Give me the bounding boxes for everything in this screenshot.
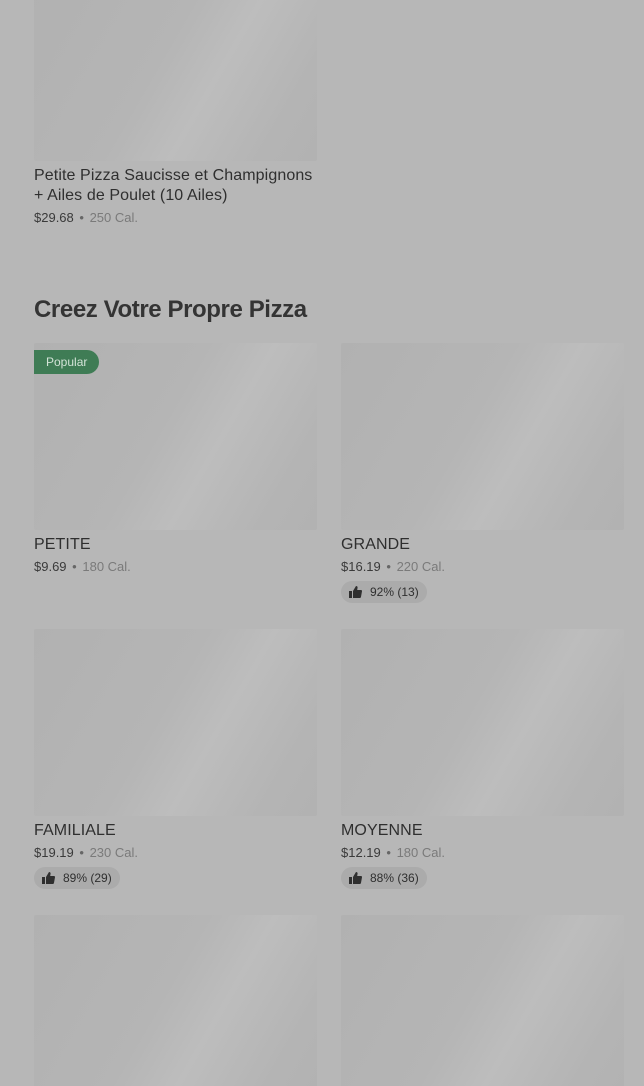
menu-page: Petite Pizza Saucisse et Champignons + A… xyxy=(0,0,644,1086)
meta-separator: • xyxy=(79,845,84,860)
item-meta: $16.19 • 220 Cal. xyxy=(341,558,624,575)
popular-badge: Popular xyxy=(34,350,100,374)
rating-pill: 89% (29) xyxy=(34,867,120,889)
item-image xyxy=(341,915,624,1086)
item-meta: $29.68 • 250 Cal. xyxy=(34,209,317,226)
item-price: $29.68 xyxy=(34,210,74,225)
item-image xyxy=(34,629,317,816)
item-meta: $19.19 • 230 Cal. xyxy=(34,844,317,861)
thumbs-up-icon xyxy=(349,586,362,598)
item-meta: $12.19 • 180 Cal. xyxy=(341,844,624,861)
item-name: MOYENNE xyxy=(341,822,423,839)
menu-item-card[interactable] xyxy=(341,915,624,1086)
item-name: Petite Pizza Saucisse et Champignons + A… xyxy=(34,167,313,204)
meta-separator: • xyxy=(72,559,77,574)
item-image xyxy=(34,915,317,1086)
menu-item-card-moyenne[interactable]: MOYENNE $12.19 • 180 Cal. 88% (36) xyxy=(341,629,624,889)
item-calories: 250 Cal. xyxy=(89,210,138,225)
meta-separator: • xyxy=(79,210,84,225)
item-image xyxy=(34,0,317,161)
item-price: $19.19 xyxy=(34,845,74,860)
item-image xyxy=(341,343,624,530)
menu-item-card-familiale[interactable]: FAMILIALE $19.19 • 230 Cal. 89% (29) xyxy=(34,629,317,889)
item-name: PETITE xyxy=(34,536,91,553)
section-title: Creez Votre Propre Pizza xyxy=(34,296,307,323)
rating-pill: 88% (36) xyxy=(341,867,427,889)
item-calories: 220 Cal. xyxy=(396,559,445,574)
meta-separator: • xyxy=(386,559,391,574)
rating-text: 89% (29) xyxy=(63,871,112,885)
meta-separator: • xyxy=(386,845,391,860)
item-price: $9.69 xyxy=(34,559,67,574)
thumbs-up-icon xyxy=(349,872,362,884)
menu-item-card-combo[interactable]: Petite Pizza Saucisse et Champignons + A… xyxy=(34,0,317,226)
rating-pill: 92% (13) xyxy=(341,581,427,603)
item-meta: $9.69 • 180 Cal. xyxy=(34,558,317,575)
menu-item-card-grande[interactable]: GRANDE $16.19 • 220 Cal. 92% (13) xyxy=(341,343,624,603)
menu-item-card[interactable] xyxy=(34,915,317,1086)
thumbs-up-icon xyxy=(42,872,55,884)
item-price: $12.19 xyxy=(341,845,381,860)
item-calories: 180 Cal. xyxy=(82,559,131,574)
rating-text: 92% (13) xyxy=(370,585,419,599)
item-name: GRANDE xyxy=(341,536,411,553)
item-calories: 180 Cal. xyxy=(396,845,445,860)
item-price: $16.19 xyxy=(341,559,381,574)
item-image: Popular xyxy=(34,343,317,530)
item-calories: 230 Cal. xyxy=(89,845,138,860)
item-name: FAMILIALE xyxy=(34,822,116,839)
rating-text: 88% (36) xyxy=(370,871,419,885)
item-image xyxy=(341,629,624,816)
menu-item-card-petite[interactable]: Popular PETITE $9.69 • 180 Cal. xyxy=(34,343,317,575)
